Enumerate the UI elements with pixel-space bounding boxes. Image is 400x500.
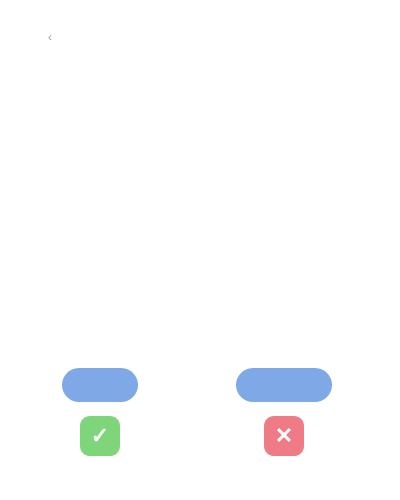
right-choice-button[interactable] (236, 368, 332, 402)
left-choice-button[interactable] (62, 368, 138, 402)
choice-left: ✓ (45, 362, 155, 472)
cross-icon: ✕ (264, 416, 304, 456)
choice-actions: ✓ ✕ (0, 362, 400, 472)
check-icon: ✓ (80, 416, 120, 456)
choice-right: ✕ (229, 362, 339, 472)
back-link[interactable]: ‹ (48, 30, 356, 44)
